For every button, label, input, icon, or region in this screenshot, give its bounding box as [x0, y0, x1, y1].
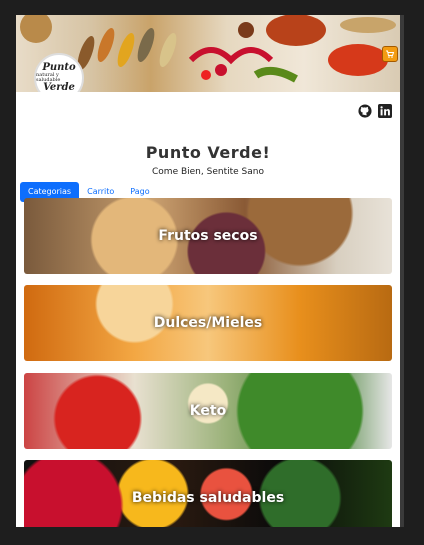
- logo-text-bottom: Verde: [43, 82, 75, 93]
- linkedin-icon[interactable]: [378, 104, 392, 118]
- shopping-cart-icon: [386, 50, 395, 58]
- category-card-bebidas-saludables[interactable]: Bebidas saludables: [24, 460, 392, 527]
- main-content: Punto Verde! Come Bien, Sentite Sano Cat…: [16, 92, 400, 527]
- category-label: Dulces/Mieles: [153, 315, 263, 331]
- header-banner: Punto natural y saludable Verde: [16, 15, 400, 92]
- category-label: Bebidas saludables: [131, 490, 285, 506]
- scrollbar-track[interactable]: [400, 15, 404, 527]
- category-label: Keto: [189, 403, 227, 419]
- github-icon[interactable]: [358, 104, 372, 118]
- category-card-keto[interactable]: Keto: [24, 373, 392, 449]
- category-label: Frutos secos: [158, 228, 258, 244]
- category-card-frutos-secos[interactable]: Frutos secos: [24, 198, 392, 274]
- cart-button[interactable]: [382, 46, 398, 62]
- app-frame: Punto natural y saludable Verde Punto Ve…: [16, 15, 400, 527]
- page-subtitle: Come Bien, Sentite Sano: [152, 167, 264, 177]
- category-card-dulces-mieles[interactable]: Dulces/Mieles: [24, 285, 392, 361]
- page-title: Punto Verde!: [145, 143, 271, 162]
